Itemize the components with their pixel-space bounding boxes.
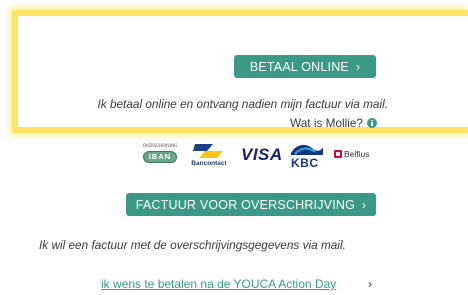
payment-method-logos: OVERSCHRIJVING IBAN Bancontact VISA KBC … bbox=[141, 141, 375, 171]
chevron-right-icon: › bbox=[368, 277, 372, 291]
iban-caption: OVERSCHRIJVING bbox=[142, 143, 178, 148]
bancontact-mark-icon bbox=[193, 144, 223, 158]
iban-badge: IBAN bbox=[143, 151, 177, 163]
what-is-mollie-link[interactable]: Wat is Mollie? bbox=[290, 116, 363, 130]
invoice-transfer-description: Ik wil een factuur met de overschrijving… bbox=[39, 238, 346, 252]
info-icon[interactable] bbox=[367, 118, 377, 128]
pay-after-action-day-link[interactable]: ik wens te betalen na de YOUCA Action Da… bbox=[101, 277, 336, 291]
invoice-transfer-button-label: FACTUUR VOOR OVERSCHRIJVING bbox=[135, 197, 356, 212]
kbc-logo: KBC bbox=[289, 141, 325, 171]
invoice-transfer-button[interactable]: FACTUUR VOOR OVERSCHRIJVING › bbox=[126, 193, 376, 216]
kbc-label: KBC bbox=[291, 156, 319, 170]
visa-logo: VISA bbox=[241, 145, 283, 164]
belfius-mark-icon bbox=[334, 150, 342, 158]
chevron-right-icon: › bbox=[362, 197, 367, 212]
bancontact-label: Bancontact bbox=[191, 160, 227, 167]
belfius-label: Belfius bbox=[344, 149, 370, 159]
kbc-wave-icon bbox=[291, 144, 323, 155]
payment-options-page: BETAAL ONLINE › Ik betaal online en ontv… bbox=[0, 0, 468, 295]
mollie-info-row[interactable]: Wat is Mollie? bbox=[290, 116, 377, 130]
chevron-right-icon: › bbox=[355, 59, 361, 74]
bancontact-logo: Bancontact bbox=[189, 142, 229, 168]
pay-online-button-label: BETAAL ONLINE bbox=[249, 59, 349, 74]
pay-online-button[interactable]: BETAAL ONLINE › bbox=[234, 55, 376, 78]
pay-online-description: Ik betaal online en ontvang nadien mijn … bbox=[97, 97, 388, 111]
belfius-logo: Belfius bbox=[334, 149, 370, 159]
iban-transfer-logo: OVERSCHRIJVING IBAN bbox=[141, 143, 179, 167]
